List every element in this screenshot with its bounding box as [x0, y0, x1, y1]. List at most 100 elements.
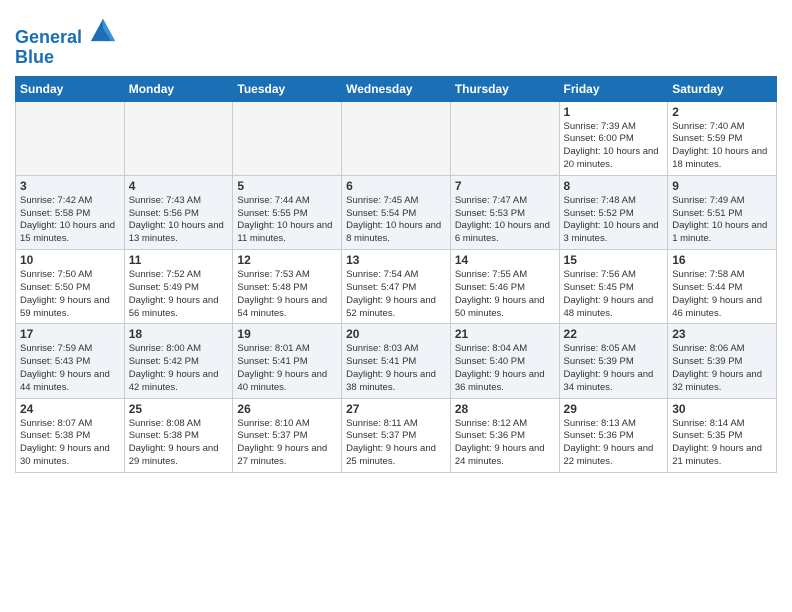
- day-number: 29: [564, 402, 664, 416]
- calendar-cell: 27 Sunrise: 8:11 AM Sunset: 5:37 PM Dayli…: [342, 398, 451, 472]
- calendar-cell: 9 Sunrise: 7:49 AM Sunset: 5:51 PM Daylig…: [668, 175, 777, 249]
- day-info: Sunrise: 8:13 AM Sunset: 5:36 PM Dayligh…: [564, 418, 664, 469]
- calendar-cell: 26 Sunrise: 8:10 AM Sunset: 5:37 PM Dayli…: [233, 398, 342, 472]
- day-info: Sunrise: 7:39 AM Sunset: 6:00 PM Dayligh…: [564, 121, 664, 172]
- day-number: 24: [20, 402, 120, 416]
- day-number: 5: [237, 179, 337, 193]
- logo-blue: Blue: [15, 48, 117, 68]
- day-number: 9: [672, 179, 772, 193]
- calendar-cell: 4 Sunrise: 7:43 AM Sunset: 5:56 PM Daylig…: [124, 175, 233, 249]
- day-info: Sunrise: 7:40 AM Sunset: 5:59 PM Dayligh…: [672, 121, 772, 172]
- calendar-cell: 10 Sunrise: 7:50 AM Sunset: 5:50 PM Dayli…: [16, 250, 125, 324]
- day-info: Sunrise: 7:42 AM Sunset: 5:58 PM Dayligh…: [20, 195, 120, 246]
- calendar-cell: 2 Sunrise: 7:40 AM Sunset: 5:59 PM Daylig…: [668, 101, 777, 175]
- weekday-header-row: SundayMondayTuesdayWednesdayThursdayFrid…: [16, 76, 777, 101]
- day-info: Sunrise: 7:47 AM Sunset: 5:53 PM Dayligh…: [455, 195, 555, 246]
- day-number: 25: [129, 402, 229, 416]
- calendar-cell: 5 Sunrise: 7:44 AM Sunset: 5:55 PM Daylig…: [233, 175, 342, 249]
- day-number: 1: [564, 105, 664, 119]
- calendar-cell: 30 Sunrise: 8:14 AM Sunset: 5:35 PM Dayli…: [668, 398, 777, 472]
- day-number: 14: [455, 253, 555, 267]
- day-info: Sunrise: 8:08 AM Sunset: 5:38 PM Dayligh…: [129, 418, 229, 469]
- logo: General Blue: [15, 15, 117, 68]
- calendar-cell: [124, 101, 233, 175]
- header: General Blue: [15, 10, 777, 68]
- day-number: 11: [129, 253, 229, 267]
- day-info: Sunrise: 8:12 AM Sunset: 5:36 PM Dayligh…: [455, 418, 555, 469]
- calendar-cell: 17 Sunrise: 7:59 AM Sunset: 5:43 PM Dayli…: [16, 324, 125, 398]
- calendar-cell: 16Sunrise: 7:58 AM Sunset: 5:44 PM Dayli…: [668, 250, 777, 324]
- day-number: 15: [564, 253, 664, 267]
- calendar-cell: 6Sunrise: 7:45 AM Sunset: 5:54 PM Daylig…: [342, 175, 451, 249]
- day-info: Sunrise: 7:59 AM Sunset: 5:43 PM Dayligh…: [20, 343, 120, 394]
- day-number: 23: [672, 327, 772, 341]
- day-info: Sunrise: 8:11 AM Sunset: 5:37 PM Dayligh…: [346, 418, 446, 469]
- day-info: Sunrise: 7:49 AM Sunset: 5:51 PM Dayligh…: [672, 195, 772, 246]
- day-number: 17: [20, 327, 120, 341]
- day-number: 30: [672, 402, 772, 416]
- day-info: Sunrise: 8:06 AM Sunset: 5:39 PM Dayligh…: [672, 343, 772, 394]
- day-info: Sunrise: 8:14 AM Sunset: 5:35 PM Dayligh…: [672, 418, 772, 469]
- day-number: 10: [20, 253, 120, 267]
- calendar-cell: 20 Sunrise: 8:03 AM Sunset: 5:41 PM Dayli…: [342, 324, 451, 398]
- calendar-cell: 24 Sunrise: 8:07 AM Sunset: 5:38 PM Dayli…: [16, 398, 125, 472]
- calendar-cell: 23 Sunrise: 8:06 AM Sunset: 5:39 PM Dayli…: [668, 324, 777, 398]
- weekday-header-friday: Friday: [559, 76, 668, 101]
- day-number: 19: [237, 327, 337, 341]
- weekday-header-sunday: Sunday: [16, 76, 125, 101]
- calendar-cell: [450, 101, 559, 175]
- day-number: 12: [237, 253, 337, 267]
- calendar-cell: 29 Sunrise: 8:13 AM Sunset: 5:36 PM Dayli…: [559, 398, 668, 472]
- calendar-cell: 21 Sunrise: 8:04 AM Sunset: 5:40 PM Dayli…: [450, 324, 559, 398]
- calendar-cell: 12 Sunrise: 7:53 AM Sunset: 5:48 PM Dayli…: [233, 250, 342, 324]
- day-info: Sunrise: 8:04 AM Sunset: 5:40 PM Dayligh…: [455, 343, 555, 394]
- day-number: 26: [237, 402, 337, 416]
- calendar: SundayMondayTuesdayWednesdayThursdayFrid…: [15, 76, 777, 473]
- calendar-cell: 28Sunrise: 8:12 AM Sunset: 5:36 PM Dayli…: [450, 398, 559, 472]
- day-info: Sunrise: 8:05 AM Sunset: 5:39 PM Dayligh…: [564, 343, 664, 394]
- calendar-cell: 3 Sunrise: 7:42 AM Sunset: 5:58 PM Daylig…: [16, 175, 125, 249]
- day-info: Sunrise: 7:53 AM Sunset: 5:48 PM Dayligh…: [237, 269, 337, 320]
- day-info: Sunrise: 7:45 AM Sunset: 5:54 PM Dayligh…: [346, 195, 446, 246]
- day-info: Sunrise: 7:54 AM Sunset: 5:47 PM Dayligh…: [346, 269, 446, 320]
- day-number: 3: [20, 179, 120, 193]
- day-number: 22: [564, 327, 664, 341]
- day-info: Sunrise: 7:43 AM Sunset: 5:56 PM Dayligh…: [129, 195, 229, 246]
- day-info: Sunrise: 8:10 AM Sunset: 5:37 PM Dayligh…: [237, 418, 337, 469]
- weekday-header-saturday: Saturday: [668, 76, 777, 101]
- calendar-cell: 7 Sunrise: 7:47 AM Sunset: 5:53 PM Daylig…: [450, 175, 559, 249]
- calendar-cell: [342, 101, 451, 175]
- calendar-cell: 8Sunrise: 7:48 AM Sunset: 5:52 PM Daylig…: [559, 175, 668, 249]
- page: General Blue SundayMondayTuesdayWednesda…: [0, 0, 792, 488]
- day-info: Sunrise: 8:01 AM Sunset: 5:41 PM Dayligh…: [237, 343, 337, 394]
- logo-general: General: [15, 27, 82, 47]
- calendar-cell: 1 Sunrise: 7:39 AM Sunset: 6:00 PM Daylig…: [559, 101, 668, 175]
- day-number: 27: [346, 402, 446, 416]
- day-number: 2: [672, 105, 772, 119]
- calendar-cell: 19 Sunrise: 8:01 AM Sunset: 5:41 PM Dayli…: [233, 324, 342, 398]
- calendar-cell: [16, 101, 125, 175]
- day-info: Sunrise: 7:55 AM Sunset: 5:46 PM Dayligh…: [455, 269, 555, 320]
- day-info: Sunrise: 7:48 AM Sunset: 5:52 PM Dayligh…: [564, 195, 664, 246]
- calendar-cell: 15 Sunrise: 7:56 AM Sunset: 5:45 PM Dayli…: [559, 250, 668, 324]
- day-info: Sunrise: 8:03 AM Sunset: 5:41 PM Dayligh…: [346, 343, 446, 394]
- day-info: Sunrise: 8:07 AM Sunset: 5:38 PM Dayligh…: [20, 418, 120, 469]
- calendar-cell: 13 Sunrise: 7:54 AM Sunset: 5:47 PM Dayli…: [342, 250, 451, 324]
- calendar-cell: 11 Sunrise: 7:52 AM Sunset: 5:49 PM Dayli…: [124, 250, 233, 324]
- day-info: Sunrise: 7:52 AM Sunset: 5:49 PM Dayligh…: [129, 269, 229, 320]
- day-number: 20: [346, 327, 446, 341]
- day-number: 13: [346, 253, 446, 267]
- weekday-header-tuesday: Tuesday: [233, 76, 342, 101]
- day-info: Sunrise: 7:50 AM Sunset: 5:50 PM Dayligh…: [20, 269, 120, 320]
- day-info: Sunrise: 7:56 AM Sunset: 5:45 PM Dayligh…: [564, 269, 664, 320]
- calendar-cell: 14 Sunrise: 7:55 AM Sunset: 5:46 PM Dayli…: [450, 250, 559, 324]
- week-row-1: 1 Sunrise: 7:39 AM Sunset: 6:00 PM Daylig…: [16, 101, 777, 175]
- day-number: 4: [129, 179, 229, 193]
- calendar-cell: 18Sunrise: 8:00 AM Sunset: 5:42 PM Dayli…: [124, 324, 233, 398]
- day-number: 21: [455, 327, 555, 341]
- day-number: 7: [455, 179, 555, 193]
- day-info: Sunrise: 7:44 AM Sunset: 5:55 PM Dayligh…: [237, 195, 337, 246]
- logo-text: General: [15, 15, 117, 48]
- week-row-3: 10 Sunrise: 7:50 AM Sunset: 5:50 PM Dayli…: [16, 250, 777, 324]
- day-number: 18: [129, 327, 229, 341]
